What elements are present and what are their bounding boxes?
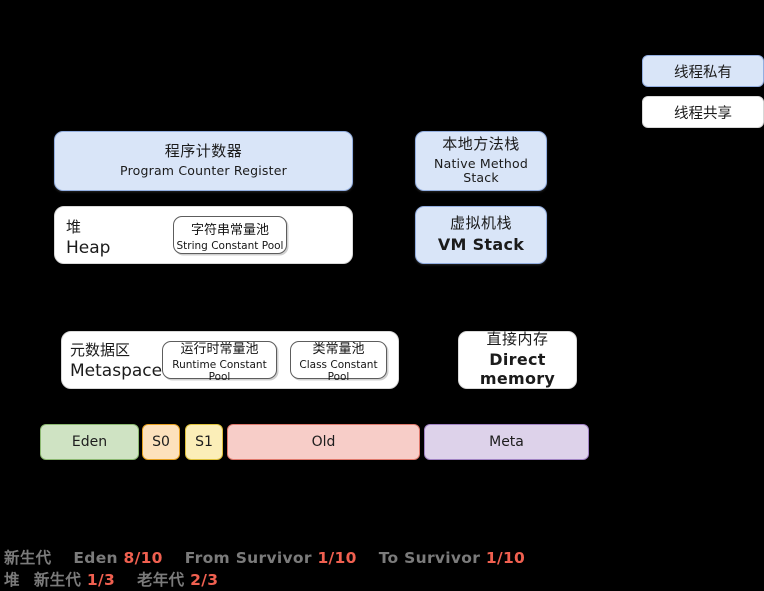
class-constant-pool-cn: 类常量池 [312, 341, 365, 357]
footer-young-generation-ratios: 新生代 Eden 8/10 From Survivor 1/10 To Survivo… [4, 546, 525, 568]
memory-segment-old-label: Old [311, 434, 336, 450]
metaspace-label-cn: 元数据区 [70, 341, 131, 359]
footer-from-survivor-label: From Survivor [184, 549, 312, 567]
memory-segment-eden: Eden [40, 424, 139, 460]
string-constant-pool-cn: 字符串常量池 [190, 222, 269, 238]
memory-segment-s0: S0 [142, 424, 180, 460]
heap-label-cn: 堆 [66, 218, 82, 236]
region-vm-stack: 虚拟机栈 VM Stack [415, 206, 547, 264]
jvm-memory-diagram: 线程私有 线程共享 程序计数器 Program Counter Register… [0, 0, 764, 591]
footer-heap-ratios: 堆新生代 1/3 老年代 2/3 [4, 568, 218, 590]
runtime-constant-pool-en: Runtime Constant Pool [172, 358, 267, 383]
class-constant-pool-en: Class Constant Pool [299, 358, 378, 383]
legend-thread-shared-label: 线程共享 [674, 105, 732, 122]
native-method-stack-cn: 本地方法栈 [442, 134, 520, 153]
vm-stack-cn: 虚拟机栈 [449, 214, 512, 233]
region-runtime-constant-pool: 运行时常量池 Runtime Constant Pool [162, 341, 277, 383]
direct-memory-en: Direct memory [479, 350, 556, 389]
memory-segment-s0-label: S0 [152, 434, 170, 450]
memory-segment-eden-label: Eden [71, 434, 108, 450]
metaspace-label-en: Metaspace [70, 360, 163, 381]
region-native-method-stack: 本地方法栈 Native Method Stack [415, 131, 547, 191]
metaspace-label: 元数据区 Metaspace [70, 341, 162, 382]
runtime-constant-pool-cn: 运行时常量池 [180, 341, 259, 357]
memory-segment-s1-label: S1 [195, 434, 213, 450]
string-constant-pool-en: String Constant Pool [176, 239, 284, 252]
direct-memory-cn: 直接内存 [486, 329, 549, 348]
memory-segment-meta-label: Meta [489, 434, 524, 450]
region-class-constant-pool: 类常量池 Class Constant Pool [290, 341, 387, 383]
footer-young-label: 新生代 [4, 549, 52, 567]
heap-label: 堆 Heap [66, 218, 110, 259]
region-program-counter-register: 程序计数器 Program Counter Register [54, 131, 353, 191]
region-direct-memory: 直接内存 Direct memory [458, 329, 577, 389]
footer-old-gen-ratio: 2/3 [190, 571, 219, 589]
legend-thread-shared: 线程共享 [642, 96, 764, 128]
footer-heap-label: 堆 [4, 571, 20, 589]
footer-young-gen-ratio: 1/3 [86, 571, 116, 589]
vm-stack-en: VM Stack [437, 234, 525, 254]
legend-thread-private: 线程私有 [642, 55, 764, 87]
heap-label-en: Heap [66, 237, 111, 258]
memory-segment-s1: S1 [185, 424, 223, 460]
footer-to-survivor-label: To Survivor [378, 549, 481, 567]
program-counter-register-en: Program Counter Register [120, 162, 287, 178]
native-method-stack-en: Native Method Stack [434, 155, 528, 186]
legend-thread-private-label: 线程私有 [674, 64, 732, 81]
program-counter-register-cn: 程序计数器 [164, 142, 243, 161]
memory-segment-old: Old [227, 424, 420, 460]
footer-to-survivor-ratio: 1/10 [485, 549, 526, 567]
footer-eden-label: Eden [73, 549, 118, 567]
footer-from-survivor-ratio: 1/10 [317, 549, 357, 567]
memory-segment-meta: Meta [424, 424, 589, 460]
footer-old-gen-label: 老年代 [137, 571, 185, 589]
region-string-constant-pool: 字符串常量池 String Constant Pool [173, 216, 287, 254]
footer-eden-ratio: 8/10 [123, 549, 163, 567]
footer-young-gen-label: 新生代 [33, 571, 82, 589]
